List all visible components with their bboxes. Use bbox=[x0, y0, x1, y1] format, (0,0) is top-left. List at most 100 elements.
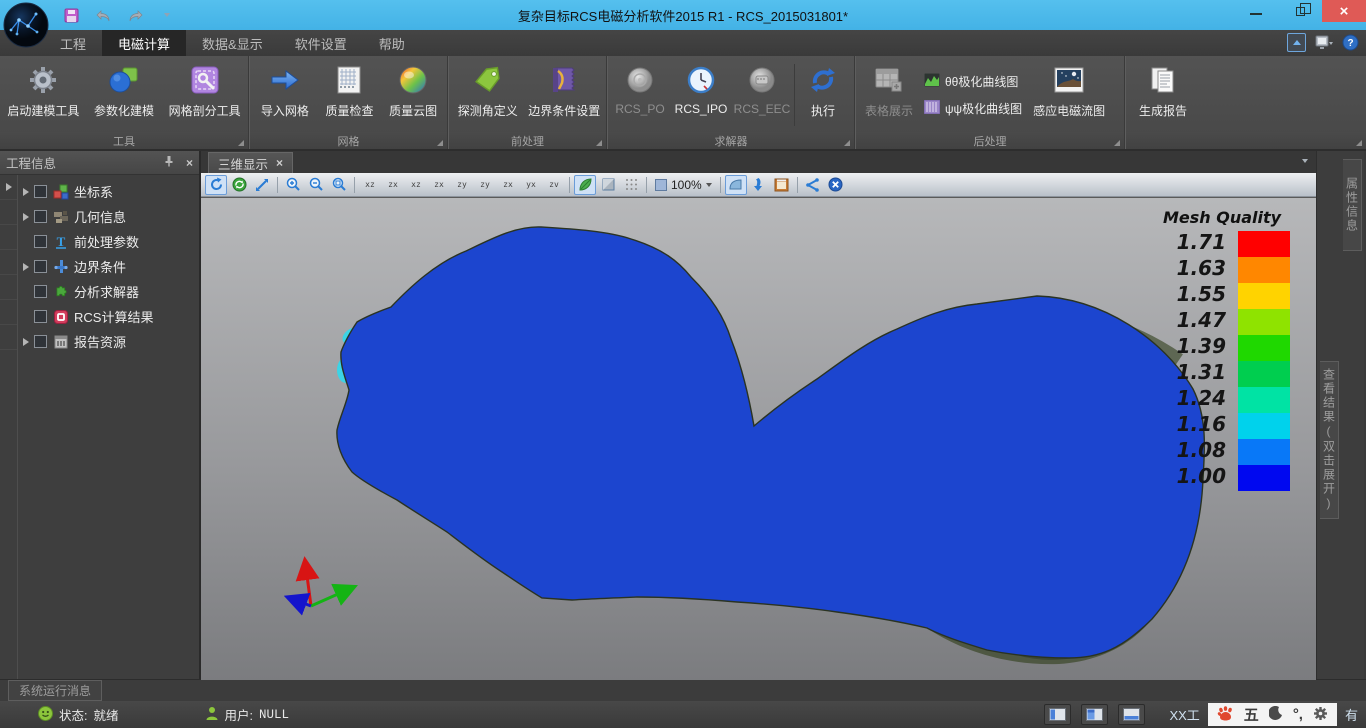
dialog-launcher-icon[interactable] bbox=[1356, 140, 1362, 146]
ime-toolbar[interactable]: 五 °, bbox=[1208, 703, 1337, 726]
dialog-launcher-icon[interactable] bbox=[1114, 140, 1120, 146]
quality-cloud-button[interactable]: 质量云图 bbox=[381, 58, 445, 132]
punctuation-icon[interactable]: °, bbox=[1293, 706, 1303, 723]
tab-software-settings[interactable]: 软件设置 bbox=[279, 30, 363, 56]
checkbox[interactable] bbox=[34, 285, 47, 298]
dialog-launcher-icon[interactable] bbox=[596, 140, 602, 146]
share-icon[interactable] bbox=[802, 175, 824, 195]
pan-arrow-icon[interactable] bbox=[251, 175, 273, 195]
close-icon[interactable]: × bbox=[276, 157, 283, 169]
expand-arrow-icon[interactable] bbox=[23, 213, 29, 221]
dialog-launcher-icon[interactable] bbox=[844, 140, 850, 146]
table-display-button[interactable]: 表格展示 bbox=[858, 58, 920, 132]
restore-icon[interactable] bbox=[1278, 0, 1322, 22]
tab-em-computation[interactable]: 电磁计算 bbox=[102, 30, 186, 56]
mesh-partition-tool-button[interactable]: 网格剖分工具 bbox=[163, 58, 246, 132]
dialog-launcher-icon[interactable] bbox=[238, 140, 244, 146]
tab-engineering[interactable]: 工程 bbox=[44, 30, 102, 56]
layout-bottom-icon[interactable] bbox=[1118, 704, 1145, 725]
tree-item-coordinate-system[interactable]: 坐标系 bbox=[19, 179, 199, 204]
expand-arrow-icon[interactable] bbox=[23, 338, 29, 346]
induced-em-current-map-button[interactable]: 感应电磁流图 bbox=[1026, 58, 1112, 132]
checkbox[interactable] bbox=[34, 335, 47, 348]
em-flow-image-icon bbox=[1053, 63, 1085, 97]
close-icon[interactable]: × bbox=[1322, 0, 1366, 22]
quality-check-button[interactable]: 质量检查 bbox=[318, 58, 382, 132]
sync-icon[interactable] bbox=[228, 175, 250, 195]
checkbox[interactable] bbox=[34, 235, 47, 248]
gear-icon[interactable] bbox=[1313, 706, 1328, 724]
checkbox[interactable] bbox=[34, 260, 47, 273]
clip-plane-icon[interactable] bbox=[725, 175, 747, 195]
tree-item-analysis-solver[interactable]: 分析求解器 bbox=[19, 279, 199, 304]
view-orientation-icon[interactable]: zv bbox=[543, 175, 565, 195]
probe-angle-button[interactable]: 探测角定义 bbox=[451, 58, 525, 132]
collapse-ribbon-icon[interactable] bbox=[1287, 33, 1306, 52]
ribbon-group-postprocess: 表格展示 θθ极化曲线图 ψψ极化曲线图 bbox=[856, 56, 1124, 149]
launch-modeling-tool-button[interactable]: 启动建模工具 bbox=[2, 58, 85, 132]
layout-left-filled-icon[interactable] bbox=[1081, 704, 1108, 725]
view-orientation-icon[interactable]: xz bbox=[405, 175, 427, 195]
chevron-down-icon bbox=[706, 183, 712, 187]
tree-item-boundary-condition[interactable]: 边界条件 bbox=[19, 254, 199, 279]
import-mesh-button[interactable]: 导入网格 bbox=[252, 58, 318, 132]
expand-arrow-icon[interactable] bbox=[23, 263, 29, 271]
expand-arrow-icon[interactable] bbox=[23, 188, 29, 196]
baidu-paw-icon[interactable] bbox=[1217, 705, 1234, 724]
view-orientation-icon[interactable]: zx bbox=[497, 175, 519, 195]
tab-3d-display[interactable]: 三维显示 × bbox=[208, 152, 293, 173]
pin-icon[interactable] bbox=[164, 155, 174, 170]
zoom-out-icon[interactable] bbox=[305, 175, 327, 195]
expand-arrow-icon[interactable] bbox=[6, 183, 12, 191]
layout-left-icon[interactable] bbox=[1044, 704, 1071, 725]
theta-theta-chart-button[interactable]: θθ极化曲线图 bbox=[924, 73, 1022, 90]
view-orientation-icon[interactable]: zx bbox=[428, 175, 450, 195]
tab-property-info[interactable]: 属性信息 bbox=[1343, 159, 1362, 251]
execute-button[interactable]: 执行 bbox=[797, 58, 849, 132]
boundary-condition-settings-button[interactable]: 边界条件设置 bbox=[525, 58, 604, 132]
tree-item-rcs-results[interactable]: RCS计算结果 bbox=[19, 304, 199, 329]
ime-mode-label[interactable]: 五 bbox=[1244, 704, 1259, 725]
minimize-icon[interactable] bbox=[1234, 0, 1278, 22]
checkbox[interactable] bbox=[34, 185, 47, 198]
shaded-leaf-icon[interactable] bbox=[574, 175, 596, 195]
tree-item-report-resource[interactable]: 报告资源 bbox=[19, 329, 199, 354]
zoom-percent-dropdown[interactable]: 100% bbox=[651, 178, 716, 192]
rotate-icon[interactable] bbox=[205, 175, 227, 195]
tab-data-display[interactable]: 数据&显示 bbox=[186, 30, 279, 56]
zoom-in-icon[interactable] bbox=[282, 175, 304, 195]
drop-arrow-icon[interactable] bbox=[748, 175, 770, 195]
tab-list-dropdown-icon[interactable] bbox=[1302, 159, 1308, 163]
copyright-text-left: XX工 bbox=[1169, 705, 1199, 724]
checkbox[interactable] bbox=[34, 310, 47, 323]
close-icon[interactable]: × bbox=[186, 156, 193, 170]
moon-icon[interactable] bbox=[1269, 706, 1283, 723]
psi-psi-chart-button[interactable]: ψψ极化曲线图 bbox=[924, 100, 1022, 117]
view-orientation-icon[interactable]: zy bbox=[474, 175, 496, 195]
display-style-icon[interactable] bbox=[1314, 33, 1333, 52]
flat-shade-icon[interactable] bbox=[597, 175, 619, 195]
generate-report-button[interactable]: 生成报告 bbox=[1128, 58, 1198, 132]
tab-view-results[interactable]: 查看结果(双击展开) bbox=[1320, 361, 1339, 519]
rcs-ipo-button[interactable]: RCS_IPO bbox=[670, 58, 732, 132]
capture-icon[interactable] bbox=[771, 175, 793, 195]
view-orientation-icon[interactable]: zy bbox=[451, 175, 473, 195]
view-orientation-icon[interactable]: yx bbox=[520, 175, 542, 195]
view-orientation-icon[interactable]: zx bbox=[382, 175, 404, 195]
grid-points-icon[interactable] bbox=[620, 175, 642, 195]
help-icon[interactable]: ? bbox=[1341, 33, 1360, 52]
dialog-launcher-icon[interactable] bbox=[437, 140, 443, 146]
checkbox[interactable] bbox=[34, 210, 47, 223]
view-orientation-icon[interactable]: xz bbox=[359, 175, 381, 195]
3d-viewport[interactable]: Mesh Quality 1.71 1.63 1.55 1.47 1.39 1.… bbox=[201, 197, 1316, 679]
tab-help[interactable]: 帮助 bbox=[363, 30, 421, 56]
close-circle-icon[interactable] bbox=[825, 175, 847, 195]
rcs-eec-button[interactable]: RCS_EEC bbox=[732, 58, 792, 132]
zoom-window-icon[interactable] bbox=[328, 175, 350, 195]
tree-item-preprocess-params[interactable]: T 前处理参数 bbox=[19, 229, 199, 254]
parametric-modeling-button[interactable]: 参数化建模 bbox=[85, 58, 164, 132]
rcs-po-button[interactable]: RCS_PO bbox=[610, 58, 670, 132]
app-logo-icon[interactable] bbox=[3, 2, 49, 48]
tree-item-geometry-info[interactable]: 几何信息 bbox=[19, 204, 199, 229]
tab-system-messages[interactable]: 系统运行消息 bbox=[8, 680, 102, 701]
